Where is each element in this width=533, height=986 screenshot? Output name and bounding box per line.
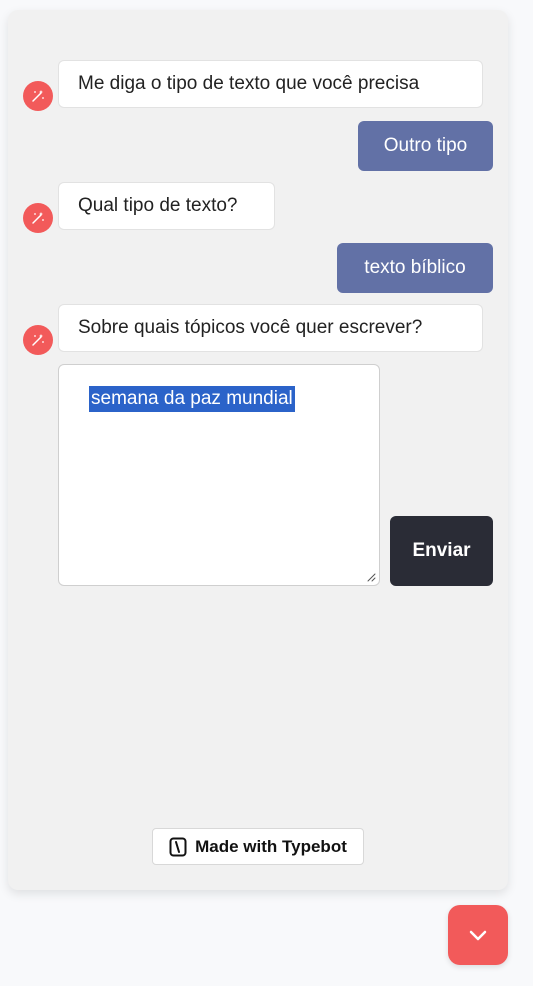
send-button-label: Enviar <box>412 540 471 561</box>
bot-message: Sobre quais tópicos você quer escrever? <box>58 304 483 352</box>
chevron-down-icon <box>469 930 487 941</box>
message-text: Me diga o tipo de texto que você precisa <box>78 73 420 94</box>
chat-window: Me diga o tipo de texto que você precisa… <box>8 10 508 890</box>
magic-wand-icon <box>32 212 44 224</box>
bot-avatar <box>23 325 53 355</box>
typebot-logo-icon <box>169 837 187 856</box>
message-text: Outro tipo <box>383 135 468 156</box>
chat-launcher-button[interactable] <box>448 905 508 965</box>
magic-wand-icon <box>32 90 44 102</box>
textarea-value: semana da paz mundial <box>89 386 295 412</box>
send-button[interactable]: Enviar <box>390 516 493 586</box>
bot-avatar <box>23 203 53 233</box>
bot-message: Me diga o tipo de texto que você precisa <box>58 60 483 108</box>
message-text: Qual tipo de texto? <box>78 195 238 216</box>
bot-message: Qual tipo de texto? <box>58 182 275 230</box>
user-message: texto bíblico <box>337 243 493 293</box>
message-text: Sobre quais tópicos você quer escrever? <box>78 317 423 338</box>
magic-wand-icon <box>32 334 44 346</box>
bot-avatar <box>23 81 53 111</box>
made-with-typebot-badge[interactable]: Made with Typebot <box>152 828 364 865</box>
badge-label: Made with Typebot <box>195 836 347 856</box>
user-message: Outro tipo <box>358 121 493 171</box>
topic-textarea[interactable]: semana da paz mundial <box>58 364 380 586</box>
message-text: texto bíblico <box>364 257 466 278</box>
resize-handle-icon[interactable] <box>366 572 376 582</box>
